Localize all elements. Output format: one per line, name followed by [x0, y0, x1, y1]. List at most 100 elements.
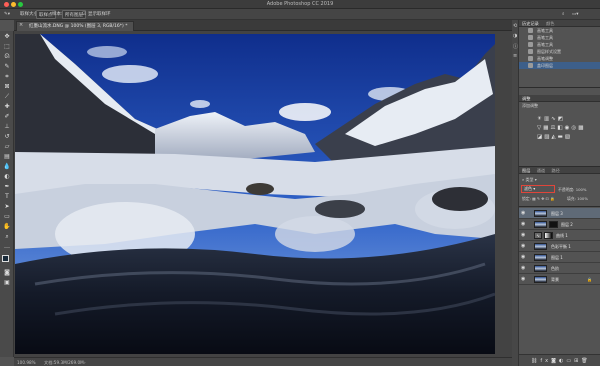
- tab-color[interactable]: 颜色: [546, 21, 554, 26]
- history-item-selected[interactable]: 盖印图层: [519, 62, 600, 69]
- black-white-icon[interactable]: ◧: [557, 125, 564, 131]
- fill-value[interactable]: 100%: [577, 196, 588, 201]
- type-tool-icon[interactable]: T: [3, 193, 11, 201]
- visibility-eye-icon[interactable]: ◉: [521, 277, 525, 282]
- lasso-tool-icon[interactable]: ᘏ: [3, 53, 11, 61]
- layer-filter-kind[interactable]: ⌕ 类型 ▾: [522, 176, 537, 183]
- delete-layer-icon[interactable]: 🗑: [581, 358, 590, 364]
- opacity-value[interactable]: 100%: [576, 187, 587, 192]
- fill-label: 填充:: [567, 196, 576, 201]
- brush-tool-icon[interactable]: ✐: [3, 113, 11, 121]
- properties-panel-icon[interactable]: ≡: [513, 53, 517, 59]
- visibility-eye-icon[interactable]: ◉: [521, 266, 525, 271]
- history-item-label: 图层样式设置: [537, 49, 561, 54]
- blur-tool-icon[interactable]: 💧: [3, 163, 11, 171]
- layer-mask-thumbnail[interactable]: [549, 221, 558, 228]
- visibility-eye-icon[interactable]: ◉: [521, 222, 525, 227]
- tab-paths[interactable]: 路径: [551, 168, 559, 173]
- brightness-contrast-icon[interactable]: ☀: [537, 116, 544, 122]
- shape-tool-icon[interactable]: ▭: [3, 213, 11, 221]
- close-tab-icon[interactable]: ×: [19, 21, 23, 30]
- adjustments-panel: 调整 添加调整 ☀▥∿◩ ▽▦⚖◧◉◎▩ ◪▨◭▬▧: [519, 95, 600, 167]
- history-item[interactable]: 图层样式设置: [519, 48, 600, 55]
- frame-tool-icon[interactable]: ⊠: [3, 83, 11, 91]
- blend-mode-value: 滤色: [524, 186, 532, 191]
- clone-stamp-tool-icon[interactable]: ⊥: [3, 123, 11, 131]
- lock-controls: 锁定: ▦ ✎ ✥ ⊡ 🔒: [522, 195, 555, 202]
- visibility-eye-icon[interactable]: ◉: [521, 233, 525, 238]
- move-tool-icon[interactable]: ✥: [3, 33, 11, 41]
- layer-thumbnail: [534, 254, 547, 261]
- workspace-icon[interactable]: ▭▾: [572, 10, 579, 19]
- layer-row[interactable]: ◉ 图层 2: [519, 219, 600, 230]
- gradient-tool-icon[interactable]: ▤: [3, 153, 11, 161]
- layer-name: 色阶: [551, 266, 559, 271]
- adjustments-panel-header[interactable]: 调整: [519, 95, 600, 102]
- layer-thumbnail: [534, 221, 547, 228]
- layer-row[interactable]: ◉ ∿ 曲线 1: [519, 230, 600, 241]
- layer-row[interactable]: ◉ 图层 1: [519, 252, 600, 263]
- eyedropper-tool-icon[interactable]: ⟋: [3, 93, 11, 101]
- crop-tool-icon[interactable]: ⌗: [3, 73, 11, 81]
- document-tab[interactable]: 红墨山流水.DNG @ 100% (图层 3, RGB/16*) *: [16, 21, 134, 31]
- layer-row[interactable]: ◉ 色阶: [519, 263, 600, 274]
- layer-row[interactable]: ◉ 图层 3: [519, 208, 600, 219]
- curves-adjustment-icon: ∿: [534, 232, 542, 239]
- exposure-icon[interactable]: ◩: [558, 116, 565, 122]
- lock-icons[interactable]: ▦ ✎ ✥ ⊡ 🔒: [532, 196, 555, 201]
- layer-name: 图层 1: [551, 255, 563, 260]
- sample-label: 样本:: [52, 12, 63, 17]
- tab-layers[interactable]: 图层: [522, 168, 530, 173]
- info-panel-icon[interactable]: ⓘ: [513, 43, 518, 50]
- quick-select-tool-icon[interactable]: ✎: [3, 63, 11, 71]
- tab-history[interactable]: 历史记录: [522, 21, 539, 26]
- visibility-eye-icon[interactable]: ◉: [521, 255, 525, 260]
- marquee-tool-icon[interactable]: ⬚: [3, 43, 11, 51]
- history-item[interactable]: 画笔工具: [519, 34, 600, 41]
- screen-mode-icon[interactable]: ▣: [3, 279, 11, 287]
- status-bar: 100.98% 文档:59.3M/269.0M ›: [14, 357, 512, 366]
- history-item[interactable]: 画笔工具: [519, 27, 600, 34]
- search-icon[interactable]: ⌕: [562, 10, 565, 19]
- eraser-tool-icon[interactable]: ▱: [3, 143, 11, 151]
- blend-mode-select[interactable]: 滤色 ▾: [521, 185, 555, 193]
- selective-color-icon[interactable]: ▧: [565, 134, 572, 140]
- link-layers-icon[interactable]: ⛓: [531, 358, 540, 364]
- history-item[interactable]: 画笔调整: [519, 55, 600, 62]
- more-tools-icon[interactable]: …: [3, 243, 11, 251]
- curves-icon[interactable]: ∿: [551, 116, 558, 122]
- healing-brush-tool-icon[interactable]: ✚: [3, 103, 11, 111]
- gradient-map-icon[interactable]: ▬: [558, 134, 565, 140]
- pen-tool-icon[interactable]: ✒: [3, 183, 11, 191]
- status-arrow-icon[interactable]: ›: [84, 358, 86, 366]
- opacity-control[interactable]: 不透明度: 100%: [558, 186, 587, 193]
- history-item-label: 画笔调整: [537, 56, 553, 61]
- layer-row[interactable]: ◉ 色彩平衡 1: [519, 241, 600, 252]
- layer-mask-thumbnail[interactable]: [544, 232, 553, 239]
- history-brush-tool-icon[interactable]: ↺: [3, 133, 11, 141]
- zoom-level[interactable]: 100.98%: [17, 358, 36, 366]
- new-group-icon[interactable]: ▭: [566, 358, 574, 364]
- dodge-tool-icon[interactable]: ◐: [3, 173, 11, 181]
- fill-control[interactable]: 填充: 100%: [567, 195, 588, 202]
- history-panel-icon[interactable]: ⟲: [513, 23, 517, 29]
- history-state-icon: [528, 35, 533, 40]
- visibility-eye-icon[interactable]: ◉: [521, 244, 525, 249]
- layers-panel-controls: 图层 通道 路径 ⌕ 类型 ▾ 滤色 ▾ 不透明度: 100% 锁定: ▦ ✎ …: [519, 167, 600, 207]
- color-panel-icon[interactable]: ◑: [513, 33, 517, 39]
- tab-channels[interactable]: 通道: [537, 168, 545, 173]
- fx-icon[interactable]: fx: [540, 358, 551, 364]
- hand-tool-icon[interactable]: ✋: [3, 223, 11, 231]
- quick-mask-icon[interactable]: ◙: [3, 269, 11, 277]
- show-ring-checkbox[interactable]: ☑: [82, 10, 86, 19]
- foreground-color-swatch[interactable]: [2, 255, 9, 262]
- history-item[interactable]: 画笔工具: [519, 41, 600, 48]
- add-mask-icon[interactable]: ◙: [551, 358, 559, 364]
- path-select-tool-icon[interactable]: ➤: [3, 203, 11, 211]
- color-lookup-icon[interactable]: ▩: [578, 125, 585, 131]
- visibility-eye-icon[interactable]: ◉: [521, 211, 525, 216]
- zoom-tool-icon[interactable]: ⌕: [3, 233, 11, 241]
- eyedropper-tool-icon[interactable]: ✎▾: [4, 10, 10, 19]
- layer-row[interactable]: ◉ 背景 🔒: [519, 274, 600, 285]
- document-image[interactable]: [15, 34, 495, 354]
